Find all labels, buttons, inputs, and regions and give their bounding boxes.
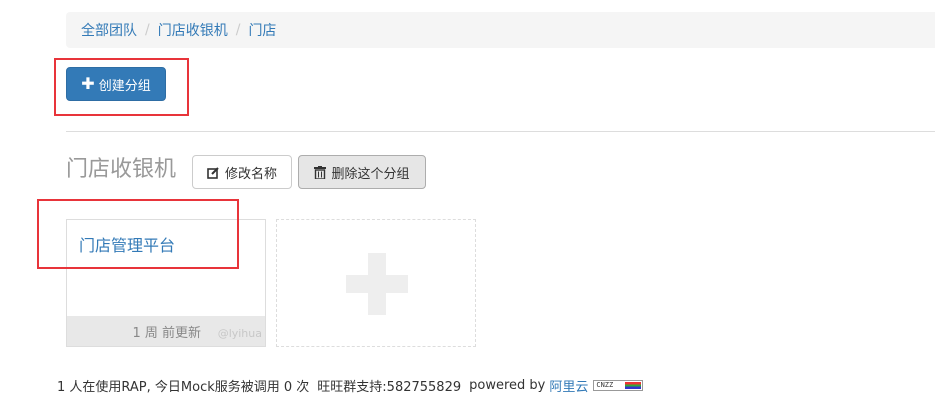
highlight-box bbox=[54, 58, 189, 116]
divider bbox=[66, 131, 935, 132]
breadcrumb-all-teams[interactable]: 全部团队 bbox=[81, 20, 137, 40]
rename-button[interactable]: 修改名称 bbox=[192, 155, 292, 189]
footer-support: 旺旺群支持:582755829 bbox=[317, 380, 462, 395]
watermark: @lyihua bbox=[217, 327, 262, 340]
breadcrumb-group[interactable]: 门店收银机 bbox=[158, 20, 228, 40]
breadcrumb-separator: / bbox=[235, 22, 241, 38]
breadcrumb-current[interactable]: 门店 bbox=[248, 20, 276, 40]
footer-powered-by: powered by bbox=[469, 378, 546, 393]
trash-icon bbox=[314, 165, 327, 179]
group-title: 门店收银机 bbox=[66, 157, 177, 182]
footer-stats: 1 人在使用RAP, 今日Mock服务被调用 0 次 bbox=[57, 380, 310, 395]
add-project-card[interactable] bbox=[276, 219, 476, 347]
delete-group-label: 删除这个分组 bbox=[331, 166, 410, 182]
footer-provider-link[interactable]: 阿里云 bbox=[549, 376, 588, 395]
footer: 1 人在使用RAP, 今日Mock服务被调用 0 次 旺旺群支持:5827558… bbox=[57, 376, 644, 395]
project-updated-text: 1 周 前更新 bbox=[132, 325, 201, 341]
cnzz-counter-badge[interactable]: CNZZ bbox=[593, 380, 644, 391]
highlight-box bbox=[37, 199, 239, 269]
breadcrumb: 全部团队 / 门店收银机 / 门店 bbox=[66, 12, 935, 48]
rename-label: 修改名称 bbox=[224, 166, 277, 182]
delete-group-button[interactable]: 删除这个分组 bbox=[298, 155, 426, 189]
edit-icon bbox=[207, 166, 219, 179]
breadcrumb-separator: / bbox=[145, 22, 150, 38]
